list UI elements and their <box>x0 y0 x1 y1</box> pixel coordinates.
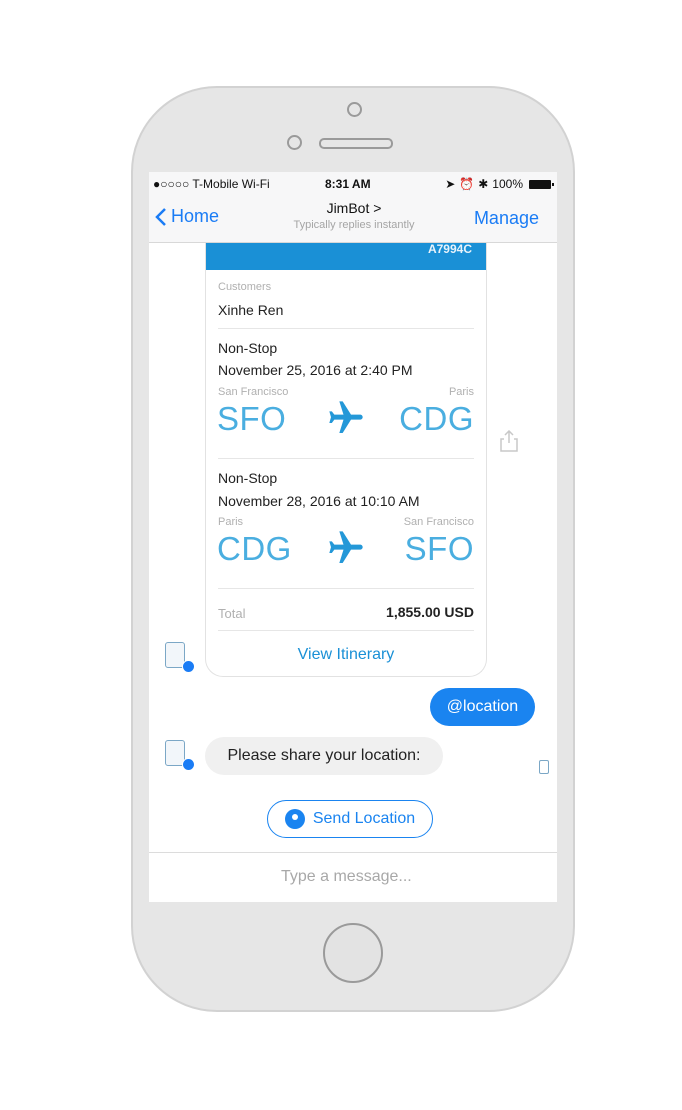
proximity-sensor <box>287 135 302 150</box>
divider <box>218 588 474 589</box>
message-input-placeholder: Type a message... <box>281 868 412 885</box>
leg-2-from-city: Paris <box>218 516 244 528</box>
send-location-button[interactable]: Send Location <box>267 800 433 838</box>
alarm-icon: ⏰ <box>459 177 475 191</box>
user-message-bubble[interactable]: @location <box>430 688 535 726</box>
leg-1-from-code: SFO <box>217 400 287 437</box>
divider <box>218 630 474 631</box>
navigation-bar: ●○○○○ T-Mobile Wi-Fi 8:31 AM ➤ ⏰ ✱ 100% … <box>149 172 557 243</box>
leg-1-from-city: San Francisco <box>218 386 289 398</box>
manage-button[interactable]: Manage <box>474 208 539 229</box>
send-location-label: Send Location <box>312 810 416 827</box>
leg-2-from-code: CDG <box>217 530 292 567</box>
earpiece-speaker <box>319 138 393 149</box>
bot-message-bubble[interactable]: Please share your location: <box>205 737 443 775</box>
bot-avatar[interactable] <box>165 740 195 772</box>
bot-avatar[interactable] <box>165 642 195 674</box>
message-composer[interactable]: Type a message... <box>149 852 557 902</box>
airplane-icon <box>326 398 366 447</box>
status-bar: ●○○○○ T-Mobile Wi-Fi 8:31 AM ➤ ⏰ ✱ 100% <box>149 176 557 192</box>
leg-1-to-code: CDG <box>399 400 474 437</box>
phone-screen: A7994C Customers Xinhe Ren Non-Stop Nove… <box>149 172 557 902</box>
leg-1-type: Non-Stop <box>218 340 278 356</box>
home-button[interactable] <box>323 923 383 983</box>
leg-2-type: Non-Stop <box>218 470 278 486</box>
carrier-label: ●○○○○ T-Mobile Wi-Fi <box>153 177 270 191</box>
seen-avatar-icon <box>539 760 549 774</box>
messenger-badge-icon <box>182 660 195 673</box>
battery-percent: 100% <box>492 177 523 191</box>
leg-1-to-city: Paris <box>448 386 474 398</box>
total-label: Total <box>218 606 246 621</box>
airplane-icon <box>326 528 366 577</box>
chat-subtitle: Typically replies instantly <box>293 219 415 231</box>
divider <box>218 458 474 459</box>
location-arrow-icon: ➤ <box>445 177 456 191</box>
total-value: 1,855.00 USD <box>386 604 474 620</box>
share-icon[interactable] <box>500 430 518 452</box>
back-label: Home <box>171 206 220 226</box>
customers-label: Customers <box>218 281 272 293</box>
front-camera <box>347 102 362 117</box>
flight-receipt-card: A7994C Customers Xinhe Ren Non-Stop Nove… <box>205 232 487 677</box>
status-right: ➤ ⏰ ✱ 100% <box>445 177 554 191</box>
confirmation-code: A7994C <box>427 242 472 256</box>
leg-1-datetime: November 25, 2016 at 2:40 PM <box>218 362 413 378</box>
divider <box>218 328 474 329</box>
bluetooth-icon: ✱ <box>478 177 489 191</box>
leg-2-to-code: SFO <box>404 530 474 567</box>
leg-2-to-city: San Francisco <box>403 516 474 528</box>
location-pin-icon <box>284 809 305 829</box>
chevron-left-icon <box>155 207 166 226</box>
clock: 8:31 AM <box>325 177 371 191</box>
view-itinerary-button[interactable]: View Itinerary <box>206 646 486 664</box>
battery-icon <box>529 179 554 189</box>
messenger-badge-icon <box>182 758 195 771</box>
customer-name: Xinhe Ren <box>218 302 284 318</box>
chat-title[interactable]: JimBot > <box>249 200 459 216</box>
back-button[interactable]: Home <box>155 206 219 227</box>
leg-2-datetime: November 28, 2016 at 10:10 AM <box>218 493 420 509</box>
